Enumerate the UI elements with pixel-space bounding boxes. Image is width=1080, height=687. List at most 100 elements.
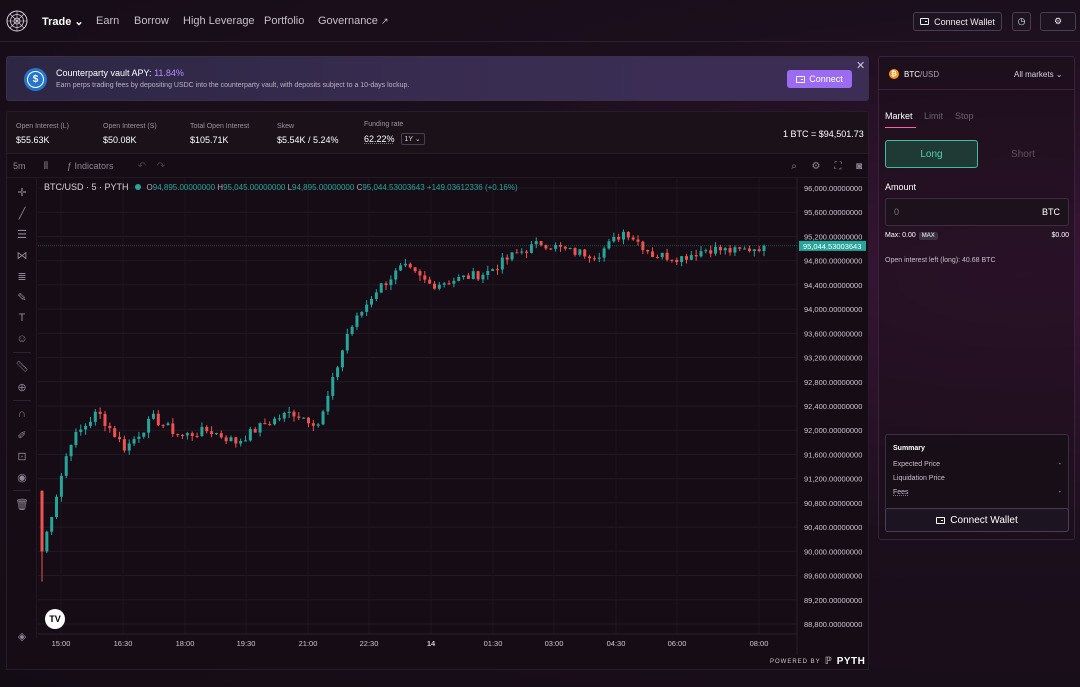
app-logo-icon[interactable] — [6, 10, 28, 32]
amount-input[interactable] — [894, 207, 1014, 217]
candle-body — [588, 256, 592, 259]
candle-body — [214, 433, 218, 435]
tradingview-logo-icon[interactable]: TV — [45, 609, 65, 629]
candle-body — [205, 426, 209, 432]
drawing-tools: ✛ ╱ ☰ ⋈ ≣ ✎ T ☺ 📏︎ ⊕ ∩ ✐ ⊡ ◉ 🗑︎ ◈ — [7, 178, 37, 643]
order-panel: ₿ BTC/USD All markets ⌄ Market Limit Sto… — [878, 56, 1075, 540]
candle-body — [239, 440, 243, 444]
candle-body — [418, 271, 422, 276]
candle-body — [462, 275, 466, 277]
camera-icon[interactable]: ◙ — [852, 159, 866, 173]
candle-body — [326, 395, 330, 412]
candle-body — [602, 248, 606, 258]
zoom-icon[interactable]: ⊕ — [14, 379, 30, 395]
nav-governance[interactable]: Governance ↗ — [318, 15, 389, 27]
candle-body — [69, 444, 73, 457]
candle-body — [670, 259, 674, 261]
candle-body — [529, 244, 533, 253]
open-interest-left: Open interest left (long): 40.68 BTC — [885, 257, 996, 264]
candle-body — [384, 283, 388, 286]
magnet-icon[interactable]: ∩ — [14, 406, 30, 422]
price-tick-label: 92,400.00000000 — [804, 402, 862, 411]
time-tick-label: 21:00 — [299, 639, 318, 648]
tab-stop[interactable]: Stop — [955, 111, 974, 121]
candle-body — [331, 377, 335, 396]
brush-icon[interactable]: ✎ — [14, 289, 30, 305]
candle-body — [248, 429, 252, 441]
history-button[interactable]: ◷ — [1012, 12, 1031, 31]
eye-icon[interactable]: ◉ — [14, 469, 30, 485]
text-icon[interactable]: T — [14, 310, 30, 326]
candle-body — [665, 252, 669, 260]
gear-icon: ⚙ — [1053, 16, 1063, 26]
price-tick-label: 96,000.00000000 — [804, 184, 862, 193]
close-icon[interactable]: ✕ — [856, 59, 865, 72]
time-tick-label: 01:30 — [484, 639, 503, 648]
candle-body — [432, 283, 436, 289]
connect-wallet-button[interactable]: Connect Wallet — [913, 12, 1002, 31]
price-tick-label: 94,800.00000000 — [804, 257, 862, 266]
search-icon[interactable]: ⌕ — [787, 159, 801, 173]
funding-period-select[interactable]: 1Y ⌄ — [400, 133, 425, 145]
all-markets-dropdown[interactable]: All markets ⌄ — [1014, 70, 1063, 79]
long-button[interactable]: Long — [885, 140, 978, 168]
market-selector[interactable]: ₿ BTC/USD All markets ⌄ — [879, 57, 1074, 90]
candle-body — [84, 425, 88, 430]
candle-body — [219, 433, 223, 438]
settings-button[interactable]: ⚙ — [1040, 12, 1076, 31]
candlestick-plot[interactable]: 96,000.00000000 95,600.00000000 95,200.000… — [7, 154, 870, 670]
trash-icon[interactable]: 🗑︎ — [14, 496, 30, 512]
candle-body — [660, 252, 664, 258]
market-pair: BTC/USD — [904, 70, 940, 79]
pattern-icon[interactable]: ⋈ — [14, 247, 30, 263]
ruler-icon[interactable]: 📏︎ — [14, 358, 30, 374]
indicators-button[interactable]: ƒ Indicators — [67, 161, 114, 171]
undo-icon[interactable]: ↶ — [135, 159, 149, 173]
nav-portfolio[interactable]: Portfolio — [264, 15, 304, 27]
max-button[interactable]: MAX — [918, 232, 938, 240]
candle-body — [98, 411, 102, 414]
tab-limit[interactable]: Limit — [924, 111, 943, 121]
candle-body — [408, 263, 412, 268]
external-link-icon: ↗ — [381, 16, 389, 26]
wallet-icon — [796, 75, 806, 83]
stat-funding-rate: Funding rate 62.22% 1Y ⌄ — [364, 121, 425, 145]
horizontal-lines-icon[interactable]: ☰ — [14, 226, 30, 242]
nav-earn[interactable]: Earn — [96, 15, 119, 27]
gear-icon[interactable]: ⚙ — [809, 159, 823, 173]
candle-body — [534, 241, 538, 245]
vault-banner: $ Counterparty vault APY: 11.84% Earn pe… — [6, 56, 869, 101]
nav-high-leverage[interactable]: High Leverage — [183, 15, 255, 27]
candle-body — [621, 231, 625, 240]
panel-connect-wallet-button[interactable]: Connect Wallet — [885, 508, 1069, 532]
candle-body — [675, 259, 679, 263]
price-chart[interactable]: 96,000.00000000 95,600.00000000 95,200.000… — [6, 154, 870, 670]
candle-body — [103, 413, 107, 426]
candle-body — [190, 433, 194, 436]
chart-symbol: BTC/USD · 5 · PYTH — [44, 182, 129, 192]
nav-borrow[interactable]: Borrow — [134, 15, 169, 27]
lock-icon[interactable]: ⊡ — [14, 448, 30, 464]
fib-icon[interactable]: ≣ — [14, 268, 30, 284]
divider — [13, 490, 31, 491]
crosshair-icon[interactable]: ✛ — [14, 184, 30, 200]
candle-body — [50, 517, 54, 532]
redo-icon[interactable]: ↷ — [154, 159, 168, 173]
candle-body — [253, 429, 257, 433]
trend-line-icon[interactable]: ╱ — [14, 205, 30, 221]
banner-connect-button[interactable]: Connect — [787, 70, 852, 88]
tab-market[interactable]: Market — [885, 111, 913, 121]
short-button[interactable]: Short — [978, 140, 1068, 168]
summary-row-liquidation-price: Liquidation Price — [893, 475, 945, 482]
candle-body — [200, 426, 204, 436]
fullscreen-icon[interactable]: ⛶ — [831, 159, 845, 173]
candle-type-icon[interactable]: ⫴ — [39, 159, 53, 173]
pencil-lock-icon[interactable]: ✐ — [14, 427, 30, 443]
nav-trade[interactable]: Trade ⌄ — [42, 15, 84, 28]
layers-icon[interactable]: ◈ — [14, 628, 30, 644]
time-tick-label: 08:00 — [750, 639, 769, 648]
interval-button[interactable]: 5m — [13, 161, 26, 171]
vault-apy: 11.84% — [154, 68, 184, 78]
panel-connect-wallet-label: Connect Wallet — [950, 514, 1018, 526]
emoji-icon[interactable]: ☺ — [14, 331, 30, 347]
